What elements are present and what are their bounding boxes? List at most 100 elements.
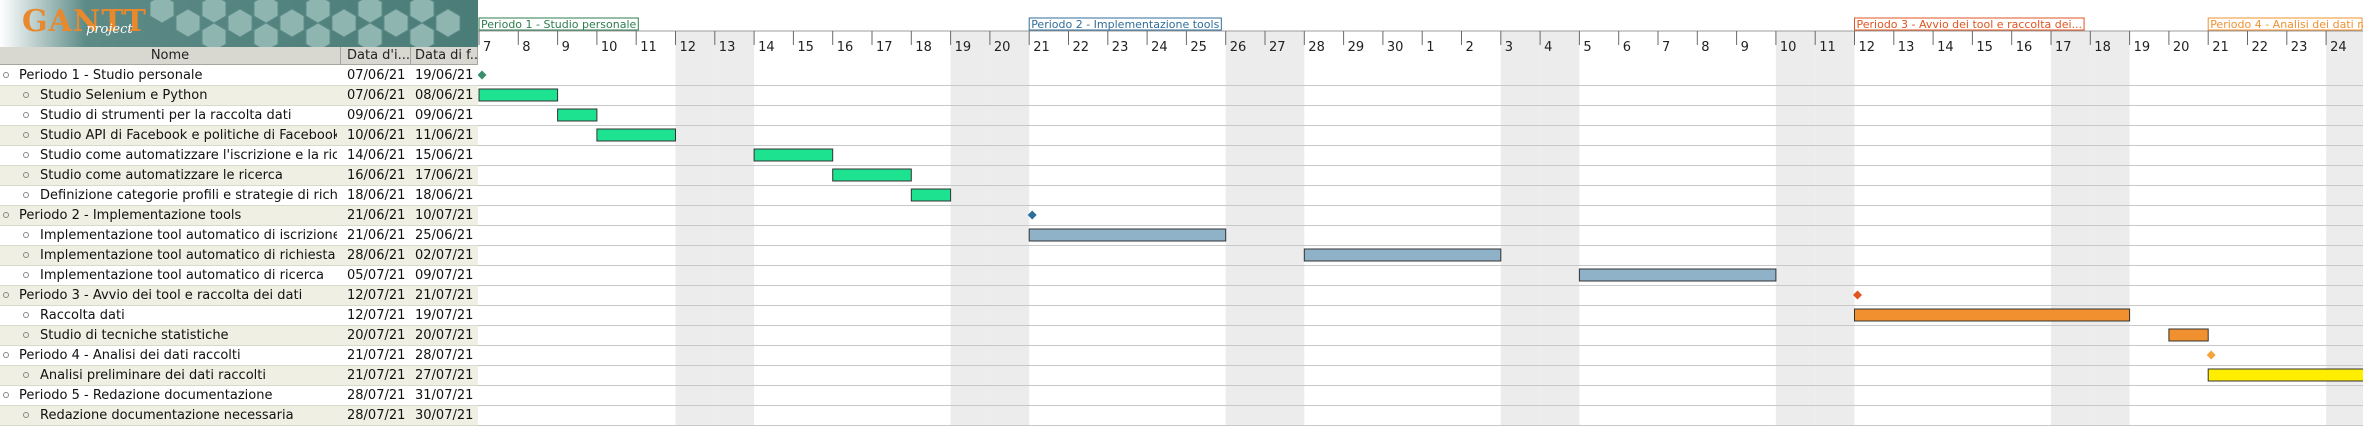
- task-row-group[interactable]: Periodo 5 - Redazione documentazione 28/0…: [0, 386, 478, 406]
- task-row[interactable]: Studio di strumenti per la raccolta dati…: [0, 106, 478, 126]
- day-label: 22: [2252, 40, 2269, 55]
- task-bar[interactable]: [1028, 228, 1227, 242]
- day-label: 23: [2291, 40, 2308, 55]
- task-bullet-icon: [23, 192, 29, 198]
- task-bar[interactable]: [753, 148, 834, 162]
- task-row[interactable]: Implementazione tool automatico di iscri…: [0, 226, 478, 246]
- task-bar[interactable]: [557, 108, 598, 122]
- task-start-date: 21/06/21: [347, 208, 406, 223]
- day-label: 15: [797, 40, 814, 55]
- task-row[interactable]: Implementazione tool automatico di ricer…: [0, 266, 478, 286]
- task-row[interactable]: Analisi preliminare dei dati raccolti 21/…: [0, 366, 478, 386]
- day-label: 7: [483, 40, 491, 55]
- task-bar[interactable]: [2168, 328, 2209, 342]
- day-label: 20: [994, 40, 1011, 55]
- task-row[interactable]: Studio API di Facebook e politiche di Fa…: [0, 126, 478, 146]
- task-name: Redazione documentazione necessaria: [40, 408, 294, 423]
- phase-label: Periodo 3 - Avvio dei tool e raccolta de…: [1854, 17, 2085, 31]
- day-label: 20: [2173, 40, 2190, 55]
- task-row-group[interactable]: Periodo 2 - Implementazione tools 21/06/2…: [0, 206, 478, 226]
- task-bar[interactable]: [910, 188, 952, 202]
- day-label: 16: [2016, 40, 2033, 55]
- day-label: 29: [1348, 40, 1365, 55]
- task-start-date: 12/07/21: [347, 308, 406, 323]
- day-label: 5: [1583, 40, 1591, 55]
- task-name: Implementazione tool automatico di ricer…: [40, 268, 324, 283]
- day-label: 8: [1701, 40, 1709, 55]
- collapse-toggle-icon[interactable]: [3, 212, 9, 218]
- collapse-toggle-icon[interactable]: [3, 72, 9, 78]
- phase-label-text: Periodo 2 - Implementazione tools: [1031, 18, 1219, 31]
- day-label: 14: [758, 40, 775, 55]
- task-bar[interactable]: [1303, 248, 1502, 262]
- phase-label: Periodo 1 - Studio personale: [478, 17, 639, 31]
- day-label: 21: [2212, 40, 2229, 55]
- collapse-toggle-icon[interactable]: [3, 292, 9, 298]
- task-row-group[interactable]: Periodo 3 - Avvio dei tool e raccolta de…: [0, 286, 478, 306]
- weekend-column: [2326, 31, 2363, 426]
- task-start-date: 16/06/21: [347, 168, 406, 183]
- collapse-toggle-icon[interactable]: [3, 352, 9, 358]
- day-label: 21: [1033, 40, 1050, 55]
- task-bar[interactable]: [1854, 308, 2131, 322]
- day-label: 9: [1741, 40, 1749, 55]
- task-end-date: 28/07/21: [415, 348, 474, 363]
- task-end-date: 31/07/21: [415, 388, 474, 403]
- task-bar[interactable]: [832, 168, 912, 182]
- task-row-group[interactable]: Periodo 4 - Analisi dei dati raccolti 21/…: [0, 346, 478, 366]
- task-start-date: 21/07/21: [347, 348, 406, 363]
- day-label: 14: [1937, 40, 1954, 55]
- day-label: 26: [1230, 40, 1247, 55]
- day-label: 24: [2330, 40, 2347, 55]
- day-label: 28: [1308, 40, 1325, 55]
- day-label: 17: [876, 40, 893, 55]
- task-row[interactable]: Raccolta dati 12/07/21 19/07/21: [0, 306, 478, 326]
- day-label: 3: [1505, 40, 1513, 55]
- task-row[interactable]: Studio di tecniche statistiche 20/07/21 20…: [0, 326, 478, 346]
- task-end-date: 11/06/21: [415, 128, 474, 143]
- column-header-start[interactable]: Data d'i...: [341, 47, 411, 65]
- task-bullet-icon: [23, 372, 29, 378]
- collapse-toggle-icon[interactable]: [3, 392, 9, 398]
- task-bar[interactable]: [1578, 268, 1777, 282]
- day-label: 13: [719, 40, 736, 55]
- weekend-column: [1775, 31, 1816, 426]
- column-header-end[interactable]: Data di f...: [411, 47, 478, 65]
- task-row[interactable]: Redazione documentazione necessaria 28/07…: [0, 406, 478, 426]
- task-name: Periodo 4 - Analisi dei dati raccolti: [19, 348, 241, 363]
- task-end-date: 19/07/21: [415, 308, 474, 323]
- phase-label-text: Periodo 4 - Analisi dei dati raccolti: [2210, 18, 2363, 31]
- weekend-column: [2090, 31, 2130, 426]
- task-bar[interactable]: [596, 128, 676, 142]
- task-row[interactable]: Studio Selenium e Python 07/06/21 08/06/21: [0, 86, 478, 106]
- task-start-date: 28/06/21: [347, 248, 406, 263]
- task-row[interactable]: Implementazione tool automatico di richi…: [0, 246, 478, 266]
- day-label: 18: [915, 40, 932, 55]
- column-header-name[interactable]: Nome: [0, 47, 341, 65]
- day-label: 6: [1623, 40, 1631, 55]
- task-bar[interactable]: [478, 88, 559, 102]
- task-name: Raccolta dati: [40, 308, 125, 323]
- day-label: 12: [680, 40, 697, 55]
- day-label: 10: [601, 40, 618, 55]
- day-label: 22: [1073, 40, 1090, 55]
- task-end-date: 09/07/21: [415, 268, 474, 283]
- gantt-chart-area[interactable]: 7 8 9 10 11 12 13 14 15 16 17 18 19 20 21 22 23 24 25 26 27 2…: [478, 0, 2363, 426]
- task-row-group[interactable]: Periodo 1 - Studio personale 07/06/21 19/0…: [0, 66, 478, 86]
- task-bar[interactable]: [2207, 368, 2363, 382]
- day-label: 24: [1151, 40, 1168, 55]
- task-end-date: 08/06/21: [415, 88, 474, 103]
- task-row[interactable]: Studio come automatizzare le ricerca 16/0…: [0, 166, 478, 186]
- task-name: Periodo 3 - Avvio dei tool e raccolta de…: [19, 288, 303, 303]
- task-start-date: 07/06/21: [347, 88, 406, 103]
- task-row[interactable]: Definizione categorie profili e strategi…: [0, 186, 478, 206]
- milestone-marker: [2206, 350, 2216, 360]
- task-tree-panel: GANTT project Nome Data d'i... Data di f…: [0, 0, 478, 426]
- gantt-window: GANTT project Nome Data d'i... Data di f…: [0, 0, 2363, 426]
- day-label: 16: [837, 40, 854, 55]
- day-label: 11: [640, 40, 657, 55]
- task-row[interactable]: Studio come automatizzare l'iscrizione e…: [0, 146, 478, 166]
- day-label: 4: [1544, 40, 1552, 55]
- day-label: 23: [1112, 40, 1129, 55]
- ganttproject-logo: GANTT project: [0, 0, 478, 47]
